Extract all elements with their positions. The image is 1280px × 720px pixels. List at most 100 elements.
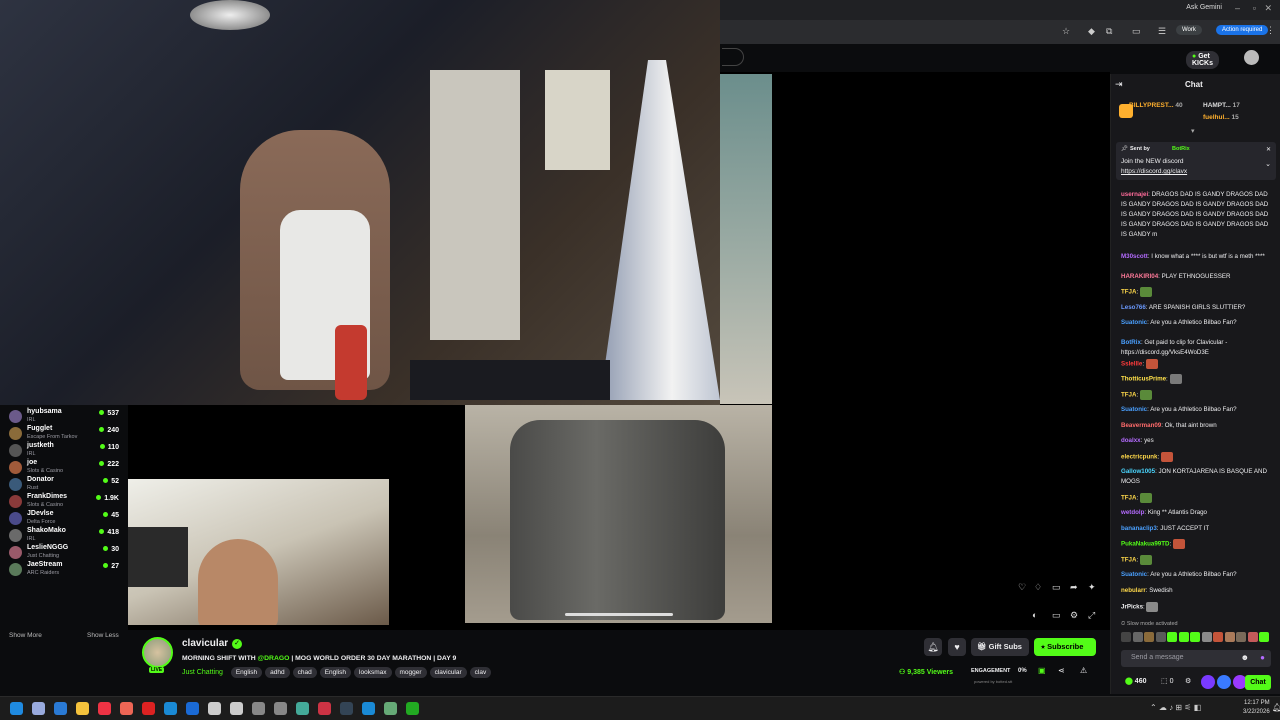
chat-message[interactable]: TFJA: xyxy=(1121,390,1271,401)
app-icon[interactable] xyxy=(384,702,397,715)
search-input[interactable] xyxy=(722,48,744,66)
sidebar-channel[interactable]: ShakoMako IRL 418 xyxy=(0,527,124,544)
emote-icon[interactable] xyxy=(1178,632,1189,642)
chat-message[interactable]: Suatonic: Are you a Athletico Bilbao Fan… xyxy=(1121,405,1271,415)
chat-username[interactable]: TFJA xyxy=(1121,495,1136,502)
sidebar-channel[interactable]: LeslieNGGG Just Chatting 30 xyxy=(0,544,124,561)
emote-icon[interactable] xyxy=(1224,632,1235,642)
chat-username[interactable]: Sslellle xyxy=(1121,361,1142,368)
chat-username[interactable]: Suatonic xyxy=(1121,571,1147,578)
chat-username[interactable]: JrPicks xyxy=(1121,604,1143,611)
sidebar-channel[interactable]: JDevlse Delta Force 45 xyxy=(0,510,124,527)
chat-message[interactable]: TFJA: xyxy=(1121,287,1271,298)
purple-dot-icon[interactable]: ● xyxy=(1260,653,1265,662)
app-icon[interactable] xyxy=(318,702,331,715)
comment-icon[interactable]: ▭ xyxy=(1052,582,1061,593)
chat-username[interactable]: bananaclip3 xyxy=(1121,525,1157,532)
chat-username[interactable]: M30scott xyxy=(1121,253,1148,260)
share-icon[interactable]: ➦ xyxy=(1070,582,1078,593)
chat-message[interactable]: ThotticusPrime: xyxy=(1121,374,1271,385)
sidebar-channel[interactable]: hyubsama IRL 537 xyxy=(0,408,124,425)
start-icon[interactable] xyxy=(10,702,23,715)
tag-chip[interactable]: English xyxy=(230,667,263,678)
chat-username[interactable]: usernajei xyxy=(1121,191,1148,198)
puzzle-icon[interactable]: ⧉ xyxy=(1106,26,1112,37)
sidebar-channel[interactable]: Fugglet Escape From Tarkov 240 xyxy=(0,425,124,442)
gear-icon[interactable]: ⚙ xyxy=(1070,610,1078,621)
chat-message[interactable]: Suatonic: Are you a Athletico Bilbao Fan… xyxy=(1121,570,1271,580)
widgets-icon[interactable] xyxy=(54,702,67,715)
emote-icon[interactable] xyxy=(1236,632,1246,642)
emote-icon[interactable] xyxy=(1201,632,1212,642)
tag-chip[interactable]: chad xyxy=(292,667,317,678)
emoji-icon[interactable]: ☻ xyxy=(1241,653,1249,662)
chat-message[interactable]: HARAKIRI04: PLAY ETHNOGUESSER xyxy=(1121,272,1271,282)
avatar[interactable] xyxy=(1244,50,1259,65)
chat-message[interactable]: JrPicks: xyxy=(1121,602,1271,613)
points-display[interactable]: ⬤ 460 xyxy=(1125,677,1146,685)
clip-icon[interactable]: ▣ xyxy=(1038,666,1046,675)
sparkle-icon[interactable]: ✦ xyxy=(1088,582,1096,593)
chat-username[interactable]: HARAKIRI04 xyxy=(1121,273,1158,280)
chat-message[interactable]: TFJA: xyxy=(1121,555,1271,566)
chevron-down-icon[interactable]: ⌄ xyxy=(1265,160,1271,168)
tag-chip[interactable]: clavicular xyxy=(429,667,467,678)
chat-message[interactable]: electricpunk: xyxy=(1121,452,1271,463)
chat-username[interactable]: TFJA xyxy=(1121,557,1136,564)
close-icon[interactable]: ✕ xyxy=(1264,3,1272,14)
cast-icon[interactable]: ▭ xyxy=(1132,26,1141,37)
explorer-icon[interactable] xyxy=(76,702,89,715)
chat-username[interactable]: PukaNakua99TD xyxy=(1121,541,1170,548)
gift-subs-button[interactable]: 🎁︎ Gift Subs xyxy=(971,638,1029,656)
video-progress-bar[interactable] xyxy=(565,613,673,616)
tag-chip[interactable]: looksmax xyxy=(354,667,392,678)
heart-icon[interactable]: ♥ xyxy=(948,638,966,656)
chat-username[interactable]: doalxx xyxy=(1121,437,1141,444)
chat-send-button[interactable]: Chat xyxy=(1245,675,1271,690)
unpin-icon[interactable]: ✕ xyxy=(1266,146,1271,153)
emote-icon[interactable] xyxy=(1247,632,1258,642)
subscribe-button[interactable]: ⭑ Subscribe xyxy=(1034,638,1096,656)
profile-chip[interactable]: Work xyxy=(1176,25,1202,35)
tag-chip[interactable]: mogger xyxy=(394,667,427,678)
theater-icon[interactable]: ▭ xyxy=(1052,610,1061,621)
emote-icon[interactable] xyxy=(1144,632,1154,642)
gift-count[interactable]: ⬚ 0 xyxy=(1161,677,1173,685)
chat-message[interactable]: Leso766: ARE SPANISH GIRLS SLUTTIER? xyxy=(1121,303,1271,313)
sidebar-channel[interactable]: FrankDimes Slots & Casino 1.9K xyxy=(0,493,124,510)
chat-message[interactable]: Sslellle: xyxy=(1121,359,1271,370)
chat-message[interactable]: bananaclip3: JUST ACCEPT IT xyxy=(1121,524,1271,534)
chat-message[interactable]: TFJA: xyxy=(1121,493,1271,504)
extension-icon[interactable]: ◆ xyxy=(1088,26,1095,37)
tag-chip[interactable]: English xyxy=(319,667,352,678)
chat-settings-icon[interactable]: ⚙ xyxy=(1185,677,1191,685)
expand-leaders-icon[interactable]: ▾ xyxy=(1191,127,1195,135)
leaderboard-entry[interactable]: HAMPT... 17 xyxy=(1203,102,1240,109)
minimize-icon[interactable]: – xyxy=(1235,3,1240,13)
toggle-icon[interactable]: ◐ xyxy=(1032,610,1037,620)
chat-message[interactable]: Beaverman09: Ok, that aint brown xyxy=(1121,421,1271,431)
emote-icon[interactable] xyxy=(1155,632,1166,642)
leaderboard-entry[interactable]: fuelhul... 15 xyxy=(1203,114,1239,121)
chat-username[interactable]: wetdolp xyxy=(1121,509,1144,516)
chat-message[interactable]: nebularr: Swedish xyxy=(1121,586,1271,596)
firefox-icon[interactable] xyxy=(120,702,133,715)
chat-message[interactable]: Suatonic: Are you a Athletico Bilbao Fan… xyxy=(1121,318,1271,328)
app-icon[interactable] xyxy=(362,702,375,715)
emote-icon[interactable] xyxy=(1132,632,1143,642)
emote-icon[interactable] xyxy=(1121,632,1131,642)
collapse-chat-icon[interactable]: ⇥ xyxy=(1115,79,1123,90)
terminal-icon[interactable] xyxy=(406,702,419,715)
tray-icons[interactable]: ⌃ ☁ ♪ ⊞ ⚟ ◧ xyxy=(1150,703,1201,712)
chat-input[interactable]: Send a message ☻ ● xyxy=(1121,650,1271,667)
chat-username[interactable]: BotRix xyxy=(1121,339,1141,346)
sidebar-channel[interactable]: justketh IRL 110 xyxy=(0,442,124,459)
like-icon[interactable]: ♡ xyxy=(1018,582,1026,593)
clock-time[interactable]: 12:17 PM xyxy=(1244,700,1270,706)
chrome-icon[interactable] xyxy=(98,702,111,715)
fullscreen-icon[interactable]: ⤢ xyxy=(1088,610,1095,621)
chat-username[interactable]: Gallow1005 xyxy=(1121,468,1155,475)
notification-icon[interactable]: 🔔︎ xyxy=(1272,703,1280,712)
clock-date[interactable]: 3/22/2026 xyxy=(1243,709,1270,715)
bell-icon[interactable]: 🔔︎ xyxy=(924,638,942,656)
